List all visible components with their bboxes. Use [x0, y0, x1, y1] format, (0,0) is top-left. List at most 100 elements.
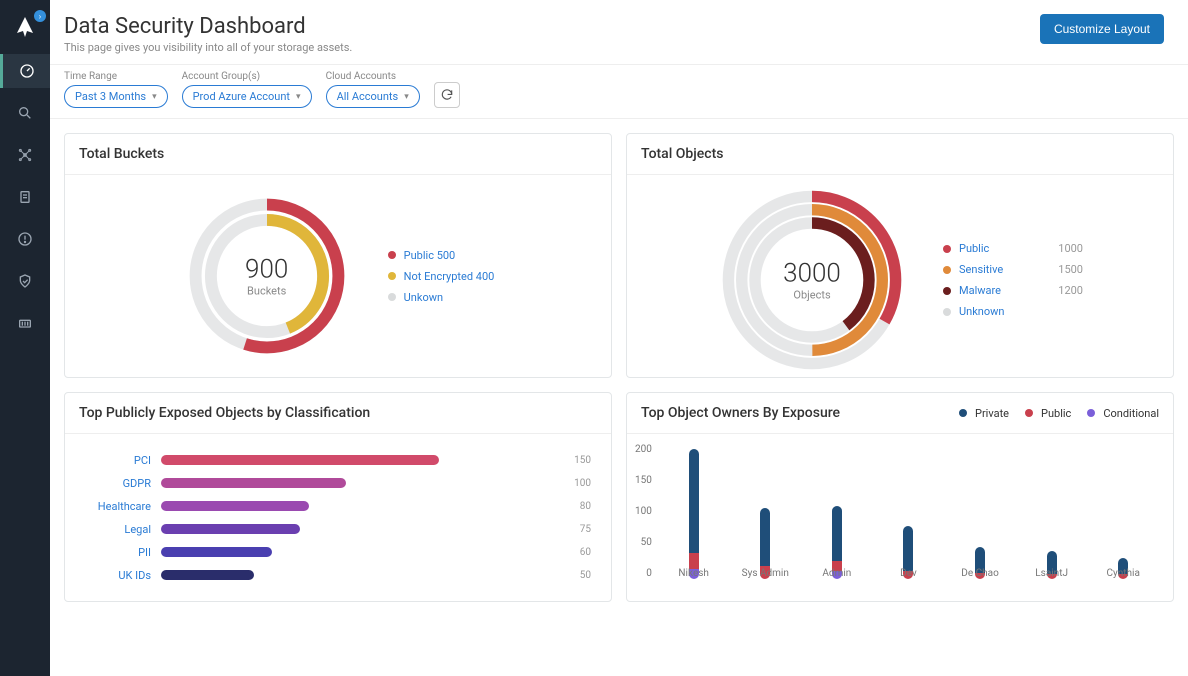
barlist-row: Healthcare 80 [79, 500, 591, 513]
filter-value: All Accounts [337, 90, 399, 103]
stack-segment[interactable] [760, 508, 770, 567]
legend-value: 1000 [1047, 242, 1083, 255]
sidebar: › [0, 0, 50, 676]
account-groups-dropdown[interactable]: Prod Azure Account ▾ [182, 85, 312, 108]
legend-label: Public [1041, 407, 1071, 420]
barlist-label[interactable]: Legal [79, 523, 151, 536]
barlist-value: 50 [557, 570, 591, 581]
owner-column: Cynthia [1087, 442, 1159, 579]
owner-stack [689, 449, 699, 579]
buckets-legend: Public 500 Not Encrypted 400 Unkown [388, 249, 495, 304]
barlist-label[interactable]: Healthcare [79, 500, 151, 513]
gauge-icon [19, 63, 35, 79]
legend-label: Sensitive [959, 263, 1003, 276]
barlist-label[interactable]: PII [79, 546, 151, 559]
legend-label: Public 500 [404, 249, 456, 262]
cloud-accounts-dropdown[interactable]: All Accounts ▾ [326, 85, 420, 108]
buckets-label: Buckets [245, 285, 288, 298]
barlist-bar[interactable] [161, 524, 300, 534]
legend-item[interactable]: Unkown [388, 291, 495, 304]
owner-label: Dev [900, 568, 917, 579]
filters-bar: Time Range Past 3 Months ▾ Account Group… [50, 64, 1188, 119]
nav-dashboard[interactable] [0, 54, 50, 88]
search-icon [17, 105, 33, 121]
nav-compliance[interactable] [0, 264, 50, 298]
legend-item[interactable]: Public 500 [388, 249, 495, 262]
barlist-bar[interactable] [161, 455, 439, 465]
content-grid: Total Buckets [50, 119, 1188, 676]
barlist-bar[interactable] [161, 570, 254, 580]
barlist-bar[interactable] [161, 501, 309, 511]
main: Data Security Dashboard This page gives … [50, 0, 1188, 676]
legend-item[interactable]: Not Encrypted 400 [388, 270, 495, 283]
card-owners: Top Object Owners By Exposure PrivatePub… [626, 392, 1174, 602]
legend-dot-icon [943, 245, 951, 253]
filter-label: Account Group(s) [182, 71, 312, 82]
barlist-value: 60 [557, 547, 591, 558]
legend-item[interactable]: Unknown [943, 305, 1083, 318]
legend-item[interactable]: Public [1025, 407, 1071, 420]
legend-dot-icon [1025, 409, 1033, 417]
logo-badge-icon: › [34, 10, 46, 22]
card-classification: Top Publicly Exposed Objects by Classifi… [64, 392, 612, 602]
filter-account-groups: Account Group(s) Prod Azure Account ▾ [182, 71, 312, 108]
refresh-button[interactable] [434, 82, 460, 108]
nav-network[interactable] [0, 138, 50, 172]
card-total-buckets: Total Buckets [64, 133, 612, 378]
barlist-row: PII 60 [79, 546, 591, 559]
legend-value: 1200 [1047, 284, 1083, 297]
legend-label: Unknown [959, 305, 1004, 318]
chevron-down-icon: ▾ [152, 92, 157, 102]
owners-yaxis: 200150100500 [635, 442, 658, 597]
barlist-label[interactable]: UK IDs [79, 569, 151, 582]
nav-policies[interactable] [0, 180, 50, 214]
owner-label: Admin [822, 568, 851, 579]
legend-item[interactable]: Conditional [1087, 407, 1159, 420]
barlist-row: UK IDs 50 [79, 569, 591, 582]
legend-item[interactable]: Sensitive 1500 [943, 263, 1083, 276]
barlist-row: PCI 150 [79, 454, 591, 467]
nav-inventory[interactable] [0, 306, 50, 340]
nav-alerts[interactable] [0, 222, 50, 256]
legend-item[interactable]: Public 1000 [943, 242, 1083, 255]
network-icon [17, 147, 33, 163]
stack-segment[interactable] [689, 449, 699, 553]
header: Data Security Dashboard This page gives … [50, 0, 1188, 64]
container-icon [17, 315, 33, 331]
buckets-count: 900 [245, 255, 288, 285]
card-title: Total Objects [627, 134, 1173, 175]
legend-item[interactable]: Private [959, 407, 1009, 420]
stack-segment[interactable] [903, 526, 913, 572]
legend-dot-icon [943, 287, 951, 295]
customize-layout-button[interactable]: Customize Layout [1040, 14, 1164, 44]
owner-column: Admin [801, 442, 873, 579]
owner-label: Cynthia [1107, 568, 1140, 579]
ytick: 200 [635, 444, 652, 455]
barlist-track [161, 524, 547, 534]
filter-label: Time Range [64, 71, 168, 82]
ytick: 100 [635, 506, 652, 517]
barlist-bar[interactable] [161, 547, 272, 557]
classification-barlist: PCI 150 GDPR 100 Healthcare 80 Legal 75 … [79, 454, 597, 582]
owners-legend: Private Public Conditional [959, 407, 1159, 420]
barlist-label[interactable]: PCI [79, 454, 151, 467]
owner-column: Sys Admin [729, 442, 801, 579]
stack-segment[interactable] [689, 553, 699, 569]
app-logo: › [10, 12, 40, 42]
card-title: Total Buckets [65, 134, 611, 175]
barlist-value: 75 [557, 524, 591, 535]
barlist-label[interactable]: GDPR [79, 477, 151, 490]
barlist-track [161, 478, 547, 488]
legend-dot-icon [959, 409, 967, 417]
barlist-track [161, 547, 547, 557]
legend-item[interactable]: Malware 1200 [943, 284, 1083, 297]
stack-segment[interactable] [832, 506, 842, 561]
legend-label: Unkown [404, 291, 443, 304]
document-icon [17, 189, 33, 205]
time-range-dropdown[interactable]: Past 3 Months ▾ [64, 85, 168, 108]
owner-label: De Chao [961, 568, 999, 579]
barlist-bar[interactable] [161, 478, 346, 488]
nav-search[interactable] [0, 96, 50, 130]
barlist-track [161, 570, 547, 580]
owner-label: Nikesh [678, 568, 709, 579]
